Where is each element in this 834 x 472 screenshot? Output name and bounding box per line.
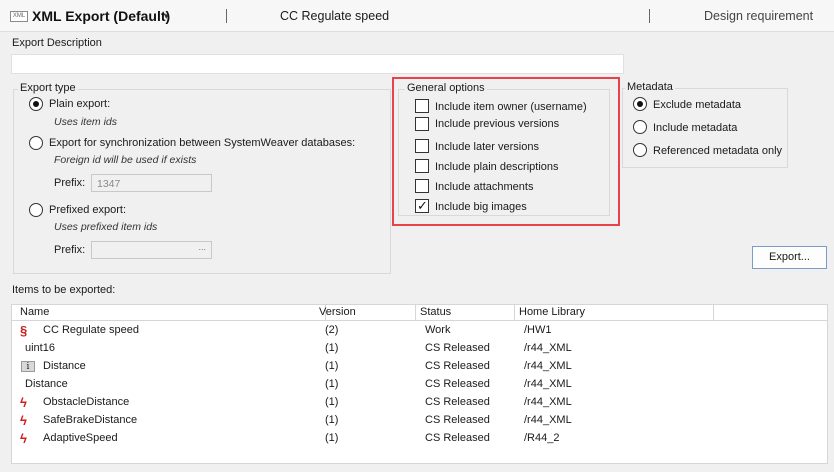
cell-name: ObstacleDistance: [43, 396, 130, 408]
plain-export-hint: Uses item ids: [54, 116, 118, 128]
column-header-status[interactable]: Status: [416, 305, 515, 321]
cell-name: Distance: [25, 378, 68, 390]
export-description-label: Export Description: [12, 37, 102, 49]
table-row[interactable]: i Distance (1) CS Released /r44_XML: [12, 357, 827, 375]
cell-name: AdaptiveSpeed: [43, 432, 118, 444]
cell-status: CS Released: [425, 396, 490, 408]
cell-home-library: /r44_XML: [524, 342, 572, 354]
export-type-title: Export type: [18, 82, 78, 94]
cell-version: (1): [325, 432, 339, 444]
cell-name: Distance: [43, 360, 86, 372]
items-table[interactable]: Name Version Status Home Library § CC Re…: [11, 304, 828, 464]
cell-name: uint16: [25, 342, 55, 354]
metadata-title: Metadata: [625, 81, 675, 93]
sync-export-radio[interactable]: [29, 136, 43, 150]
sync-prefix-label: Prefix:: [54, 177, 86, 189]
cell-home-library: /r44_XML: [524, 396, 572, 408]
referenced-metadata-radio[interactable]: [633, 143, 647, 157]
header-divider: [649, 9, 650, 23]
column-header-version[interactable]: Version: [315, 305, 416, 321]
signal-bolt-icon: ϟ: [20, 431, 27, 446]
cell-version: (2): [325, 324, 339, 336]
item-name: CC Regulate speed: [280, 9, 390, 23]
column-header-name[interactable]: Name: [16, 305, 326, 321]
plain-export-radio[interactable]: [29, 97, 43, 111]
include-metadata-label[interactable]: Include metadata: [653, 122, 737, 134]
sync-export-hint: Foreign id will be used if exists: [54, 154, 197, 166]
cell-status: Work: [425, 324, 451, 336]
table-row[interactable]: uint16 (1) CS Released /r44_XML: [12, 339, 827, 357]
chevron-down-icon[interactable]: ▾: [164, 11, 169, 22]
ellipsis-browse-button[interactable]: ...: [198, 242, 206, 252]
cell-name: CC Regulate speed: [43, 324, 140, 336]
signal-bolt-icon: ϟ: [20, 395, 27, 410]
cell-version: (1): [325, 360, 339, 372]
referenced-metadata-label[interactable]: Referenced metadata only: [653, 145, 782, 157]
table-row[interactable]: ϟ AdaptiveSpeed (1) CS Released /R44_2: [12, 429, 827, 447]
items-label: Items to be exported:: [12, 284, 116, 296]
cell-version: (1): [325, 396, 339, 408]
cell-status: CS Released: [425, 378, 490, 390]
cell-status: CS Released: [425, 432, 490, 444]
cell-home-library: /R44_2: [524, 432, 560, 444]
table-row[interactable]: ϟ ObstacleDistance (1) CS Released /r44_…: [12, 393, 827, 411]
column-header-home-library[interactable]: Home Library: [515, 305, 714, 321]
table-row[interactable]: § CC Regulate speed (2) Work /HW1: [12, 321, 827, 339]
prefixed-export-radio[interactable]: [29, 203, 43, 217]
info-item-icon: i: [21, 361, 35, 372]
sync-prefix-input[interactable]: 1347: [91, 174, 212, 192]
xml-file-icon: XML: [10, 11, 28, 22]
cell-home-library: /r44_XML: [524, 414, 572, 426]
highlight-frame: [392, 77, 620, 226]
prefixed-prefix-label: Prefix:: [54, 244, 86, 256]
plain-export-label[interactable]: Plain export:: [49, 98, 110, 110]
cell-version: (1): [325, 342, 339, 354]
cell-home-library: /HW1: [524, 324, 552, 336]
cell-status: CS Released: [425, 360, 490, 372]
exclude-metadata-label[interactable]: Exclude metadata: [653, 99, 741, 111]
cell-home-library: /r44_XML: [524, 378, 572, 390]
export-profile-title[interactable]: XML Export (Default): [32, 8, 170, 24]
prefixed-export-hint: Uses prefixed item ids: [54, 221, 158, 233]
cell-version: (1): [325, 414, 339, 426]
cell-name: SafeBrakeDistance: [43, 414, 138, 426]
sync-export-label[interactable]: Export for synchronization between Syste…: [49, 137, 355, 149]
header-divider: [226, 9, 227, 23]
header-bar: XML XML Export (Default) ▾ CC Regulate s…: [0, 0, 834, 32]
cell-home-library: /r44_XML: [524, 360, 572, 372]
item-type: Design requirement: [704, 9, 814, 23]
exclude-metadata-radio[interactable]: [633, 97, 647, 111]
cell-status: CS Released: [425, 414, 490, 426]
requirement-s-icon: §: [20, 323, 28, 338]
table-row[interactable]: Distance (1) CS Released /r44_XML: [12, 375, 827, 393]
export-description-input[interactable]: [11, 54, 624, 74]
prefixed-prefix-input[interactable]: ...: [91, 241, 212, 259]
cell-status: CS Released: [425, 342, 490, 354]
prefixed-export-label[interactable]: Prefixed export:: [49, 204, 126, 216]
table-row[interactable]: ϟ SafeBrakeDistance (1) CS Released /r44…: [12, 411, 827, 429]
include-metadata-radio[interactable]: [633, 120, 647, 134]
signal-bolt-icon: ϟ: [20, 413, 27, 428]
cell-version: (1): [325, 378, 339, 390]
export-button[interactable]: Export...: [752, 246, 827, 269]
table-header: Name Version Status Home Library: [12, 305, 827, 321]
